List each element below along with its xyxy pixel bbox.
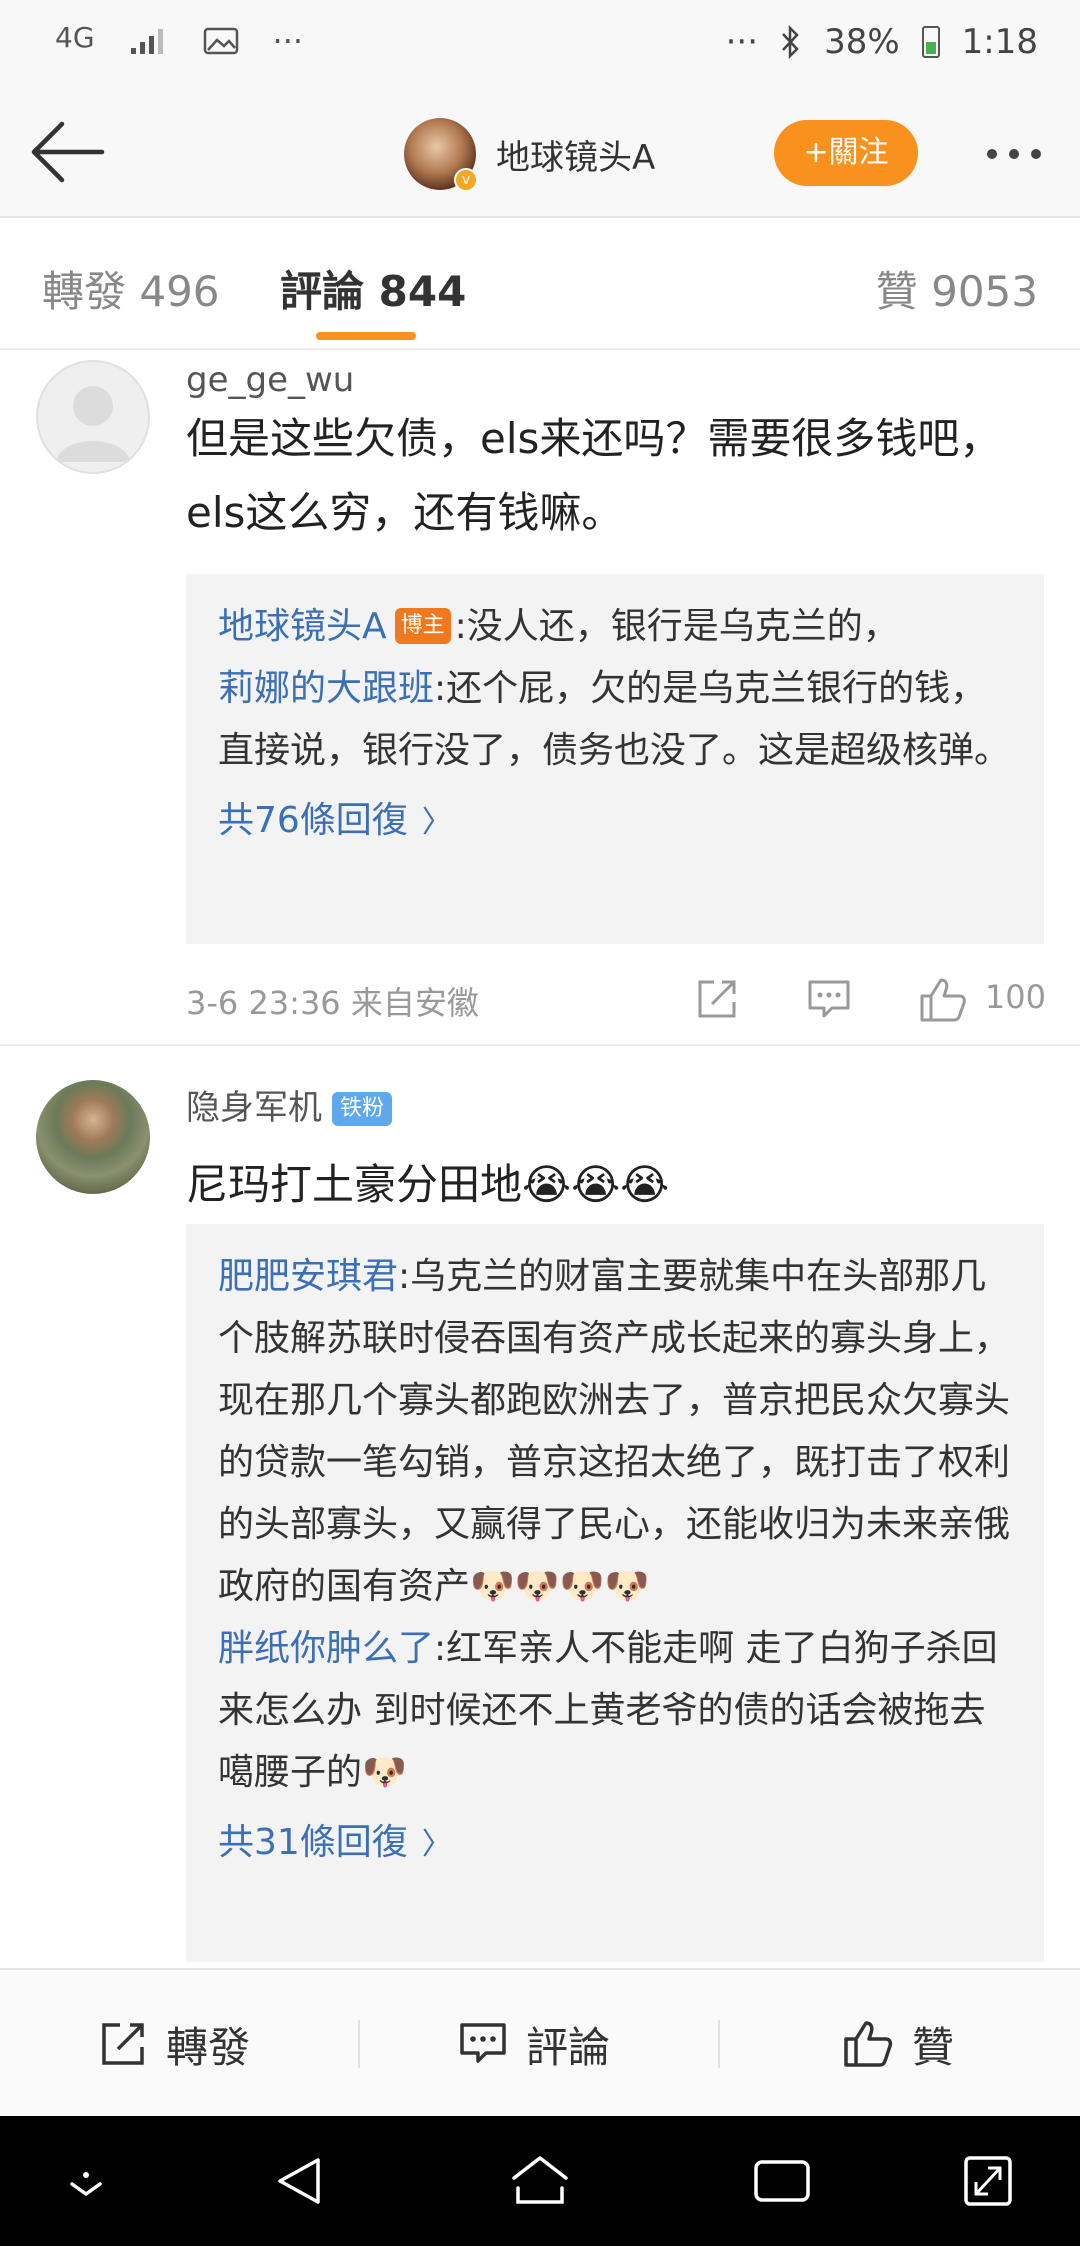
author-name[interactable]: 地球镜头A <box>496 130 655 179</box>
reply-author[interactable]: 胖纸你肿么了 <box>218 1628 434 1669</box>
recent-apps-icon[interactable] <box>750 2148 814 2214</box>
commenter-avatar[interactable] <box>36 1080 150 1194</box>
reply-item: 地球镜头A 博主:没人还，银行是乌克兰的， <box>218 596 1012 658</box>
bottom-action-bar: 轉發 評論 贊 <box>0 1968 1080 2116</box>
app-header: v 地球镜头A +關注 <box>0 90 1080 218</box>
chevron-right-icon: 〉 <box>421 805 452 840</box>
fan-badge: 铁粉 <box>332 1092 393 1126</box>
reply-item: 莉娜的大跟班:还个屁，欠的是乌克兰银行的钱，直接说，银行没了，债务也没了。这是超… <box>218 658 1012 782</box>
chevron-right-icon: 〉 <box>421 1827 452 1862</box>
verified-badge-icon: v <box>454 168 478 192</box>
network-indicator: 4G <box>55 20 95 54</box>
home-icon[interactable] <box>508 2148 572 2214</box>
comment-time: 3-6 23:36 来自安徽 <box>186 984 479 1022</box>
battery-icon <box>921 26 940 58</box>
dot-icon <box>1009 149 1019 159</box>
reply-text: :没人还，银行是乌克兰的， <box>454 606 899 647</box>
author-avatar[interactable]: v <box>404 118 478 192</box>
expand-icon[interactable] <box>960 2148 1016 2214</box>
signal-icon <box>130 29 163 54</box>
more-status-icon: ··· <box>725 22 759 62</box>
view-all-replies-link[interactable]: 共76條回復〉 <box>218 790 1012 854</box>
back-triangle-icon[interactable] <box>272 2148 326 2214</box>
view-all-replies-link[interactable]: 共31條回復〉 <box>218 1812 1012 1876</box>
share-icon[interactable] <box>694 976 740 1022</box>
tab-bar: 轉發 496 評論 844 贊 9053 <box>0 218 1080 350</box>
divider <box>358 2020 360 2068</box>
comment-text: 尼玛打土豪分田地😭😭😭 <box>186 1160 670 1209</box>
like-icon <box>844 2021 893 2067</box>
more-replies-label: 共76條回復 <box>218 800 408 841</box>
blogger-badge: 博主 <box>394 608 451 644</box>
reply-author[interactable]: 地球镜头A <box>218 606 387 647</box>
follow-button[interactable]: +關注 <box>774 120 918 186</box>
tab-reposts[interactable]: 轉發 496 <box>42 258 220 319</box>
comment-item[interactable]: ge_ge_wu 但是这些欠债，els来还吗？需要很多钱吧，els这么穷，还有钱… <box>0 350 1080 1046</box>
comment-text: 但是这些欠债，els来还吗？需要很多钱吧，els这么穷，还有钱嘛。 <box>186 414 1002 537</box>
share-icon <box>102 2023 144 2065</box>
bluetooth-icon <box>782 25 799 59</box>
repost-button[interactable]: 轉發 <box>98 1970 250 2118</box>
clock: 1:18 <box>961 22 1038 62</box>
comment-label: 評論 <box>526 2022 611 2072</box>
more-replies-label: 共31條回復 <box>218 1822 408 1863</box>
status-bar: 4G ··· ··· 38% 1:18 <box>0 0 1080 90</box>
like-count: 100 <box>984 978 1046 1016</box>
tab-likes[interactable]: 贊 9053 <box>876 258 1038 319</box>
reply-text: :乌克兰的财富主要就集中在头部那几个肢解苏联时侵吞国有资产成长起来的寡头身上，现… <box>218 1256 1011 1607</box>
commenter-avatar[interactable] <box>36 360 150 474</box>
reply-icon[interactable] <box>806 976 852 1022</box>
more-notifications-icon: ··· <box>272 22 304 60</box>
reply-item: 肥肥安琪君:乌克兰的财富主要就集中在头部那几个肢解苏联时侵吞国有资产成长起来的寡… <box>218 1246 1012 1618</box>
comment-icon <box>460 2023 506 2063</box>
dot-icon <box>987 149 997 159</box>
battery-percent: 38% <box>824 22 900 62</box>
commenter-name-text[interactable]: 隐身军机 <box>186 1088 322 1128</box>
replies-box[interactable]: 肥肥安琪君:乌克兰的财富主要就集中在头部那几个肢解苏联时侵吞国有资产成长起来的寡… <box>186 1224 1044 1962</box>
reply-item: 胖纸你肿么了:红军亲人不能走啊 走了白狗子杀回来怎么办 到时候还不上黄老爷的债的… <box>218 1618 1012 1804</box>
like-button[interactable]: 贊 <box>842 1970 954 2118</box>
image-notification-icon <box>203 27 238 55</box>
default-avatar-icon <box>56 386 130 462</box>
commenter-name[interactable]: 隐身军机 铁粉 <box>186 1080 393 1129</box>
arrow-left-icon <box>31 121 105 183</box>
replies-box[interactable]: 地球镜头A 博主:没人还，银行是乌克兰的， 莉娜的大跟班:还个屁，欠的是乌克兰银行… <box>186 574 1044 944</box>
system-nav-bar <box>0 2116 1080 2246</box>
repost-label: 轉發 <box>166 2022 251 2072</box>
tab-comments[interactable]: 評論 844 <box>280 258 466 319</box>
reply-author[interactable]: 肥肥安琪君 <box>218 1256 398 1297</box>
back-button[interactable] <box>28 116 108 188</box>
comment-item[interactable]: 隐身军机 铁粉 尼玛打土豪分田地😭😭😭 肥肥安琪君:乌克兰的财富主要就集中在头部那… <box>0 1046 1080 1966</box>
collapse-down-icon[interactable] <box>62 2148 110 2214</box>
author-info[interactable]: v 地球镜头A <box>404 116 655 192</box>
like-label: 贊 <box>912 2022 955 2072</box>
comment-button[interactable]: 評論 <box>458 1970 610 2118</box>
active-tab-indicator <box>316 332 416 340</box>
dot-icon <box>1031 149 1041 159</box>
commenter-name[interactable]: ge_ge_wu <box>186 360 354 400</box>
more-options-button[interactable] <box>978 134 1050 174</box>
reply-author[interactable]: 莉娜的大跟班 <box>218 668 434 709</box>
comment-meta: 3-6 23:36 来自安徽 100 <box>186 970 1046 1030</box>
divider <box>718 2020 720 2068</box>
like-icon[interactable] <box>918 976 968 1024</box>
